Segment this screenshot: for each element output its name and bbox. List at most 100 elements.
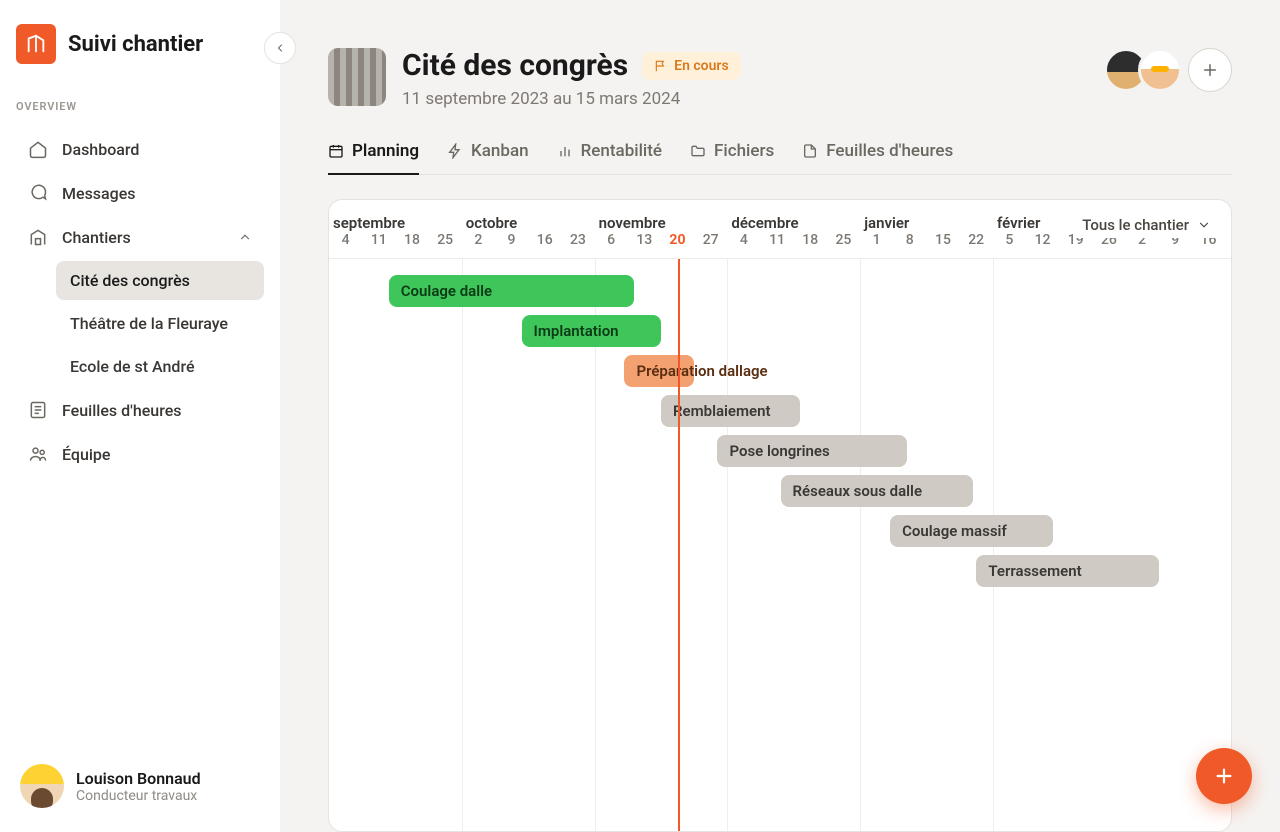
nav-label: Chantiers bbox=[62, 228, 131, 247]
gantt-day: 23 bbox=[1225, 232, 1232, 258]
tab-label: Planning bbox=[352, 141, 419, 161]
sidebar-item-chantier[interactable]: Théâtre de la Fleuraye bbox=[56, 304, 264, 343]
tab-label: Feuilles d'heures bbox=[826, 141, 953, 161]
bolt-icon bbox=[447, 143, 463, 159]
gantt-day: 12 bbox=[1026, 232, 1059, 258]
nav-label: Messages bbox=[62, 184, 136, 203]
member-avatar[interactable] bbox=[1138, 48, 1182, 92]
gantt-task[interactable]: Remblaiement bbox=[661, 395, 800, 427]
gantt-day: 23 bbox=[561, 232, 594, 258]
gantt-day: 18 bbox=[794, 232, 827, 258]
gantt-day: 1 bbox=[860, 232, 893, 258]
filter-label: Tous le chantier bbox=[1082, 216, 1189, 234]
chevron-up-icon bbox=[238, 230, 252, 244]
user-role: Conducteur travaux bbox=[76, 788, 201, 804]
gantt-task[interactable]: Coulage dalle bbox=[389, 275, 635, 307]
gantt-month: novembre bbox=[595, 214, 728, 232]
task-label: Pose longrines bbox=[729, 442, 829, 460]
gantt-task[interactable]: Pose longrines bbox=[717, 435, 906, 467]
gantt-day: 13 bbox=[628, 232, 661, 258]
gantt-day: 11 bbox=[760, 232, 793, 258]
nav-chantiers[interactable]: Chantiers bbox=[16, 217, 264, 257]
task-label: Implantation bbox=[534, 322, 619, 340]
gantt-day: 20 bbox=[661, 232, 694, 258]
gantt-month: décembre bbox=[727, 214, 860, 232]
project-dates: 11 septembre 2023 au 15 mars 2024 bbox=[402, 89, 1098, 109]
user-name: Louison Bonnaud bbox=[76, 769, 201, 788]
gantt-month: janvier bbox=[860, 214, 993, 232]
folder-icon bbox=[690, 143, 706, 159]
gantt-chart: Tous le chantier septembreoctobrenovembr… bbox=[328, 199, 1232, 832]
gantt-month: octobre bbox=[462, 214, 595, 232]
chat-icon bbox=[28, 183, 48, 203]
app-title: Suivi chantier bbox=[68, 32, 203, 57]
file-icon bbox=[802, 143, 818, 159]
team-icon bbox=[28, 444, 48, 464]
gantt-day: 5 bbox=[993, 232, 1026, 258]
gantt-day: 9 bbox=[495, 232, 528, 258]
gantt-day: 11 bbox=[362, 232, 395, 258]
user-card[interactable]: Louison Bonnaud Conducteur travaux bbox=[16, 756, 264, 816]
gantt-day: 27 bbox=[694, 232, 727, 258]
sidebar-item-chantier[interactable]: Cité des congrès bbox=[56, 261, 264, 300]
gantt-day: 4 bbox=[727, 232, 760, 258]
nav-label: Feuilles d'heures bbox=[62, 401, 182, 420]
task-label: Terrassement bbox=[988, 562, 1081, 580]
gantt-task[interactable]: Réseaux sous dalle bbox=[781, 475, 974, 507]
collapse-sidebar-button[interactable] bbox=[264, 32, 296, 64]
calendar-icon bbox=[328, 143, 344, 159]
gantt-day: 6 bbox=[595, 232, 628, 258]
project-members bbox=[1114, 48, 1232, 92]
gantt-day: 18 bbox=[395, 232, 428, 258]
project-thumbnail bbox=[328, 48, 386, 106]
tab-planning[interactable]: Planning bbox=[328, 133, 419, 175]
building-icon bbox=[28, 227, 48, 247]
tab-feuilles[interactable]: Feuilles d'heures bbox=[802, 133, 953, 175]
gantt-day: 25 bbox=[429, 232, 462, 258]
tabs: Planning Kanban Rentabilité Fichiers Feu… bbox=[328, 133, 1232, 175]
tab-label: Fichiers bbox=[714, 141, 774, 161]
nav-dashboard[interactable]: Dashboard bbox=[16, 129, 264, 169]
flag-icon bbox=[654, 59, 668, 73]
tab-fichiers[interactable]: Fichiers bbox=[690, 133, 774, 175]
gantt-day: 8 bbox=[893, 232, 926, 258]
gantt-day: 25 bbox=[827, 232, 860, 258]
user-avatar bbox=[20, 764, 64, 808]
brand-logo bbox=[16, 24, 56, 64]
nav-feuilles[interactable]: Feuilles d'heures bbox=[16, 390, 264, 430]
project-title: Cité des congrès bbox=[402, 48, 628, 83]
task-label: Coulage dalle bbox=[401, 282, 492, 300]
gantt-day: 2 bbox=[462, 232, 495, 258]
gantt-task[interactable]: Implantation bbox=[522, 315, 661, 347]
tab-label: Rentabilité bbox=[581, 141, 662, 161]
gantt-task[interactable]: Coulage massif bbox=[890, 515, 1053, 547]
gantt-day: 15 bbox=[926, 232, 959, 258]
sidebar-item-chantier[interactable]: Ecole de st André bbox=[56, 347, 264, 386]
chevron-down-icon bbox=[1197, 218, 1211, 232]
nav-label: Équipe bbox=[62, 445, 110, 464]
add-member-button[interactable] bbox=[1188, 48, 1232, 92]
tab-label: Kanban bbox=[471, 141, 529, 161]
gantt-day: 16 bbox=[528, 232, 561, 258]
home-icon bbox=[28, 139, 48, 159]
nav-messages[interactable]: Messages bbox=[16, 173, 264, 213]
status-text: En cours bbox=[674, 58, 728, 74]
status-badge: En cours bbox=[642, 52, 740, 80]
nav-label: Dashboard bbox=[62, 140, 139, 159]
gantt-day: 4 bbox=[329, 232, 362, 258]
gantt-day: 22 bbox=[960, 232, 993, 258]
task-label: Réseaux sous dalle bbox=[793, 482, 923, 500]
chart-icon bbox=[557, 143, 573, 159]
gantt-month: septembre bbox=[329, 214, 462, 232]
add-task-fab[interactable] bbox=[1196, 748, 1252, 804]
tab-rentabilite[interactable]: Rentabilité bbox=[557, 133, 662, 175]
nav-equipe[interactable]: Équipe bbox=[16, 434, 264, 474]
task-label: Remblaiement bbox=[673, 402, 771, 420]
timesheet-icon bbox=[28, 400, 48, 420]
tab-kanban[interactable]: Kanban bbox=[447, 133, 529, 175]
gantt-task[interactable]: Terrassement bbox=[976, 555, 1159, 587]
section-label: OVERVIEW bbox=[16, 100, 264, 113]
gantt-filter[interactable]: Tous le chantier bbox=[1076, 212, 1217, 238]
today-line bbox=[678, 259, 680, 831]
gantt-task[interactable]: Préparation dallage bbox=[624, 355, 694, 387]
